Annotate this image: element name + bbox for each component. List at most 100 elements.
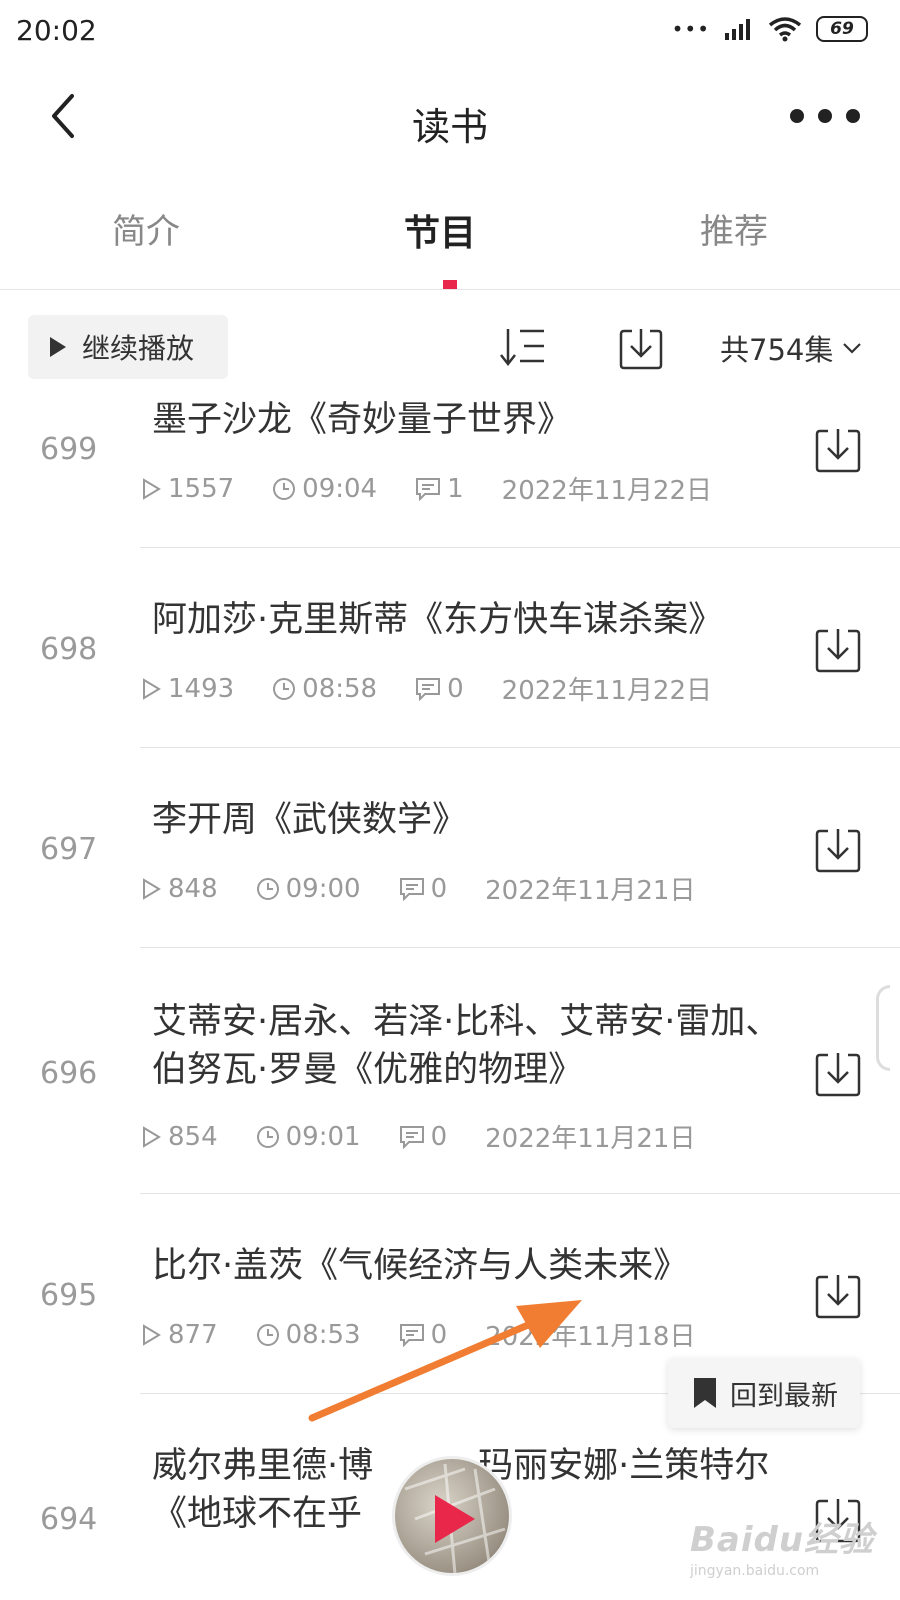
- more-options-button[interactable]: [790, 98, 860, 134]
- watermark: Baidu经验 jingyan.baidu.com: [690, 1512, 890, 1592]
- play-icon: [435, 1495, 475, 1543]
- download-button[interactable]: [814, 626, 862, 674]
- comment-icon: [416, 677, 441, 701]
- list-item[interactable]: 698 阿加莎·克里斯蒂《东方快车谋杀案》 1493 08:58 0 2022年…: [0, 592, 900, 748]
- comment-icon: [399, 877, 424, 901]
- episode-number: 695: [40, 1278, 98, 1313]
- comment-icon: [399, 1323, 424, 1347]
- tab-episodes[interactable]: 节目: [404, 204, 476, 256]
- tab-intro[interactable]: 简介: [112, 204, 180, 253]
- play-count-icon: [143, 1323, 161, 1346]
- download-icon: [815, 429, 861, 473]
- cell-signal-icon: [725, 19, 750, 40]
- episode-meta: 1557 09:04 1 2022年11月22日: [140, 470, 750, 507]
- download-icon: [619, 329, 663, 370]
- clock-icon: [273, 477, 296, 500]
- clock-icon: [273, 677, 296, 700]
- play-count-icon: [143, 477, 161, 500]
- wifi-icon: [768, 17, 802, 42]
- bookmark-icon: [694, 1378, 716, 1408]
- batch-download-button[interactable]: [618, 325, 664, 371]
- chevron-down-icon: [843, 343, 862, 354]
- page-title: 读书: [411, 105, 488, 149]
- watermark-url: jingyan.baidu.com: [690, 1563, 820, 1579]
- battery-icon: 69: [816, 16, 868, 42]
- publish-date: 2022年11月22日: [501, 676, 712, 706]
- play-count: 848: [168, 873, 218, 904]
- continue-play-button[interactable]: 继续播放: [28, 315, 228, 379]
- publish-date: 2022年11月18日: [485, 1322, 696, 1352]
- comment-count: 0: [430, 1319, 448, 1350]
- list-item[interactable]: 697 李开周《武侠数学》 848 09:00 0 2022年11月21日: [0, 792, 900, 948]
- publish-date: 2022年11月21日: [485, 1124, 696, 1154]
- list-toolbar: 继续播放 共754集: [0, 315, 900, 381]
- play-count-icon: [143, 677, 161, 700]
- divider: [140, 747, 900, 748]
- duration: 08:58: [302, 673, 378, 704]
- list-item[interactable]: 696 艾蒂安·居永、若泽·比科、艾蒂安·雷加、伯努瓦·罗曼《优雅的物理》 85…: [0, 992, 900, 1194]
- play-count-icon: [143, 1125, 161, 1148]
- episode-title: 墨子沙龙《奇妙量子世界》: [152, 400, 573, 440]
- back-to-latest-button[interactable]: 回到最新: [668, 1358, 860, 1428]
- episode-number: 696: [40, 1056, 98, 1091]
- tab-recommend[interactable]: 推荐: [700, 204, 768, 253]
- download-button[interactable]: [814, 426, 862, 474]
- continue-play-label: 继续播放: [82, 332, 195, 365]
- duration: 08:53: [285, 1319, 361, 1350]
- mini-player-button[interactable]: [392, 1456, 512, 1576]
- comment-count: 1: [447, 473, 464, 504]
- publish-date: 2022年11月21日: [485, 876, 696, 906]
- tab-bar: 简介 节目 推荐: [0, 186, 900, 286]
- episode-title: 阿加莎·克里斯蒂《东方快车谋杀案》: [152, 600, 724, 640]
- duration: 09:00: [285, 873, 361, 904]
- download-icon: [815, 629, 861, 673]
- scrollbar-thumb[interactable]: [876, 985, 890, 1071]
- nav-bar: 读书: [0, 72, 900, 162]
- divider: [140, 947, 900, 948]
- episode-count-label: 共754集: [720, 333, 834, 367]
- play-count: 1493: [168, 673, 235, 704]
- episode-count-dropdown[interactable]: 共754集: [720, 327, 863, 369]
- episode-title: 李开周《武侠数学》: [152, 800, 468, 840]
- sort-icon: [500, 329, 544, 367]
- status-bar: 20:02 ••• 69: [0, 0, 900, 62]
- watermark-logo: Baidu经验: [690, 1520, 875, 1560]
- play-icon: [50, 337, 66, 357]
- comment-icon: [416, 477, 441, 501]
- play-count: 1557: [168, 473, 235, 504]
- more-dot-icon: [818, 109, 832, 123]
- episode-number: 694: [40, 1502, 98, 1537]
- clock-icon: [256, 1125, 279, 1148]
- comment-count: 0: [430, 1121, 448, 1152]
- download-icon: [815, 1053, 861, 1097]
- sort-button[interactable]: [498, 325, 548, 369]
- episode-meta: 854 09:01 0 2022年11月21日: [140, 1118, 733, 1155]
- play-count-icon: [143, 877, 161, 900]
- download-icon: [815, 1275, 861, 1319]
- signal-dots-icon: •••: [671, 17, 710, 41]
- more-dot-icon: [846, 109, 860, 123]
- divider: [140, 1193, 900, 1194]
- status-icons: ••• 69: [672, 16, 868, 42]
- list-item[interactable]: 699 墨子沙龙《奇妙量子世界》 1557 09:04 1 2022年11月22…: [0, 392, 900, 548]
- episode-meta: 877 08:53 0 2022年11月18日: [140, 1316, 733, 1353]
- divider: [0, 289, 900, 290]
- download-button[interactable]: [814, 1050, 862, 1098]
- episode-number: 699: [40, 432, 98, 467]
- comment-icon: [399, 1125, 424, 1149]
- publish-date: 2022年11月22日: [501, 476, 712, 506]
- download-button[interactable]: [814, 1272, 862, 1320]
- comment-count: 0: [430, 873, 448, 904]
- play-count: 877: [168, 1319, 218, 1350]
- play-count: 854: [168, 1121, 218, 1152]
- clock-icon: [256, 1323, 279, 1346]
- episode-title: 比尔·盖茨《气候经济与人类未来》: [152, 1246, 689, 1286]
- comment-count: 0: [447, 673, 464, 704]
- active-tab-indicator: [443, 280, 457, 289]
- duration: 09:04: [302, 473, 378, 504]
- duration: 09:01: [285, 1121, 361, 1152]
- more-dot-icon: [790, 109, 804, 123]
- download-button[interactable]: [814, 826, 862, 874]
- episode-meta: 848 09:00 0 2022年11月21日: [140, 870, 733, 907]
- episode-number: 697: [40, 832, 98, 867]
